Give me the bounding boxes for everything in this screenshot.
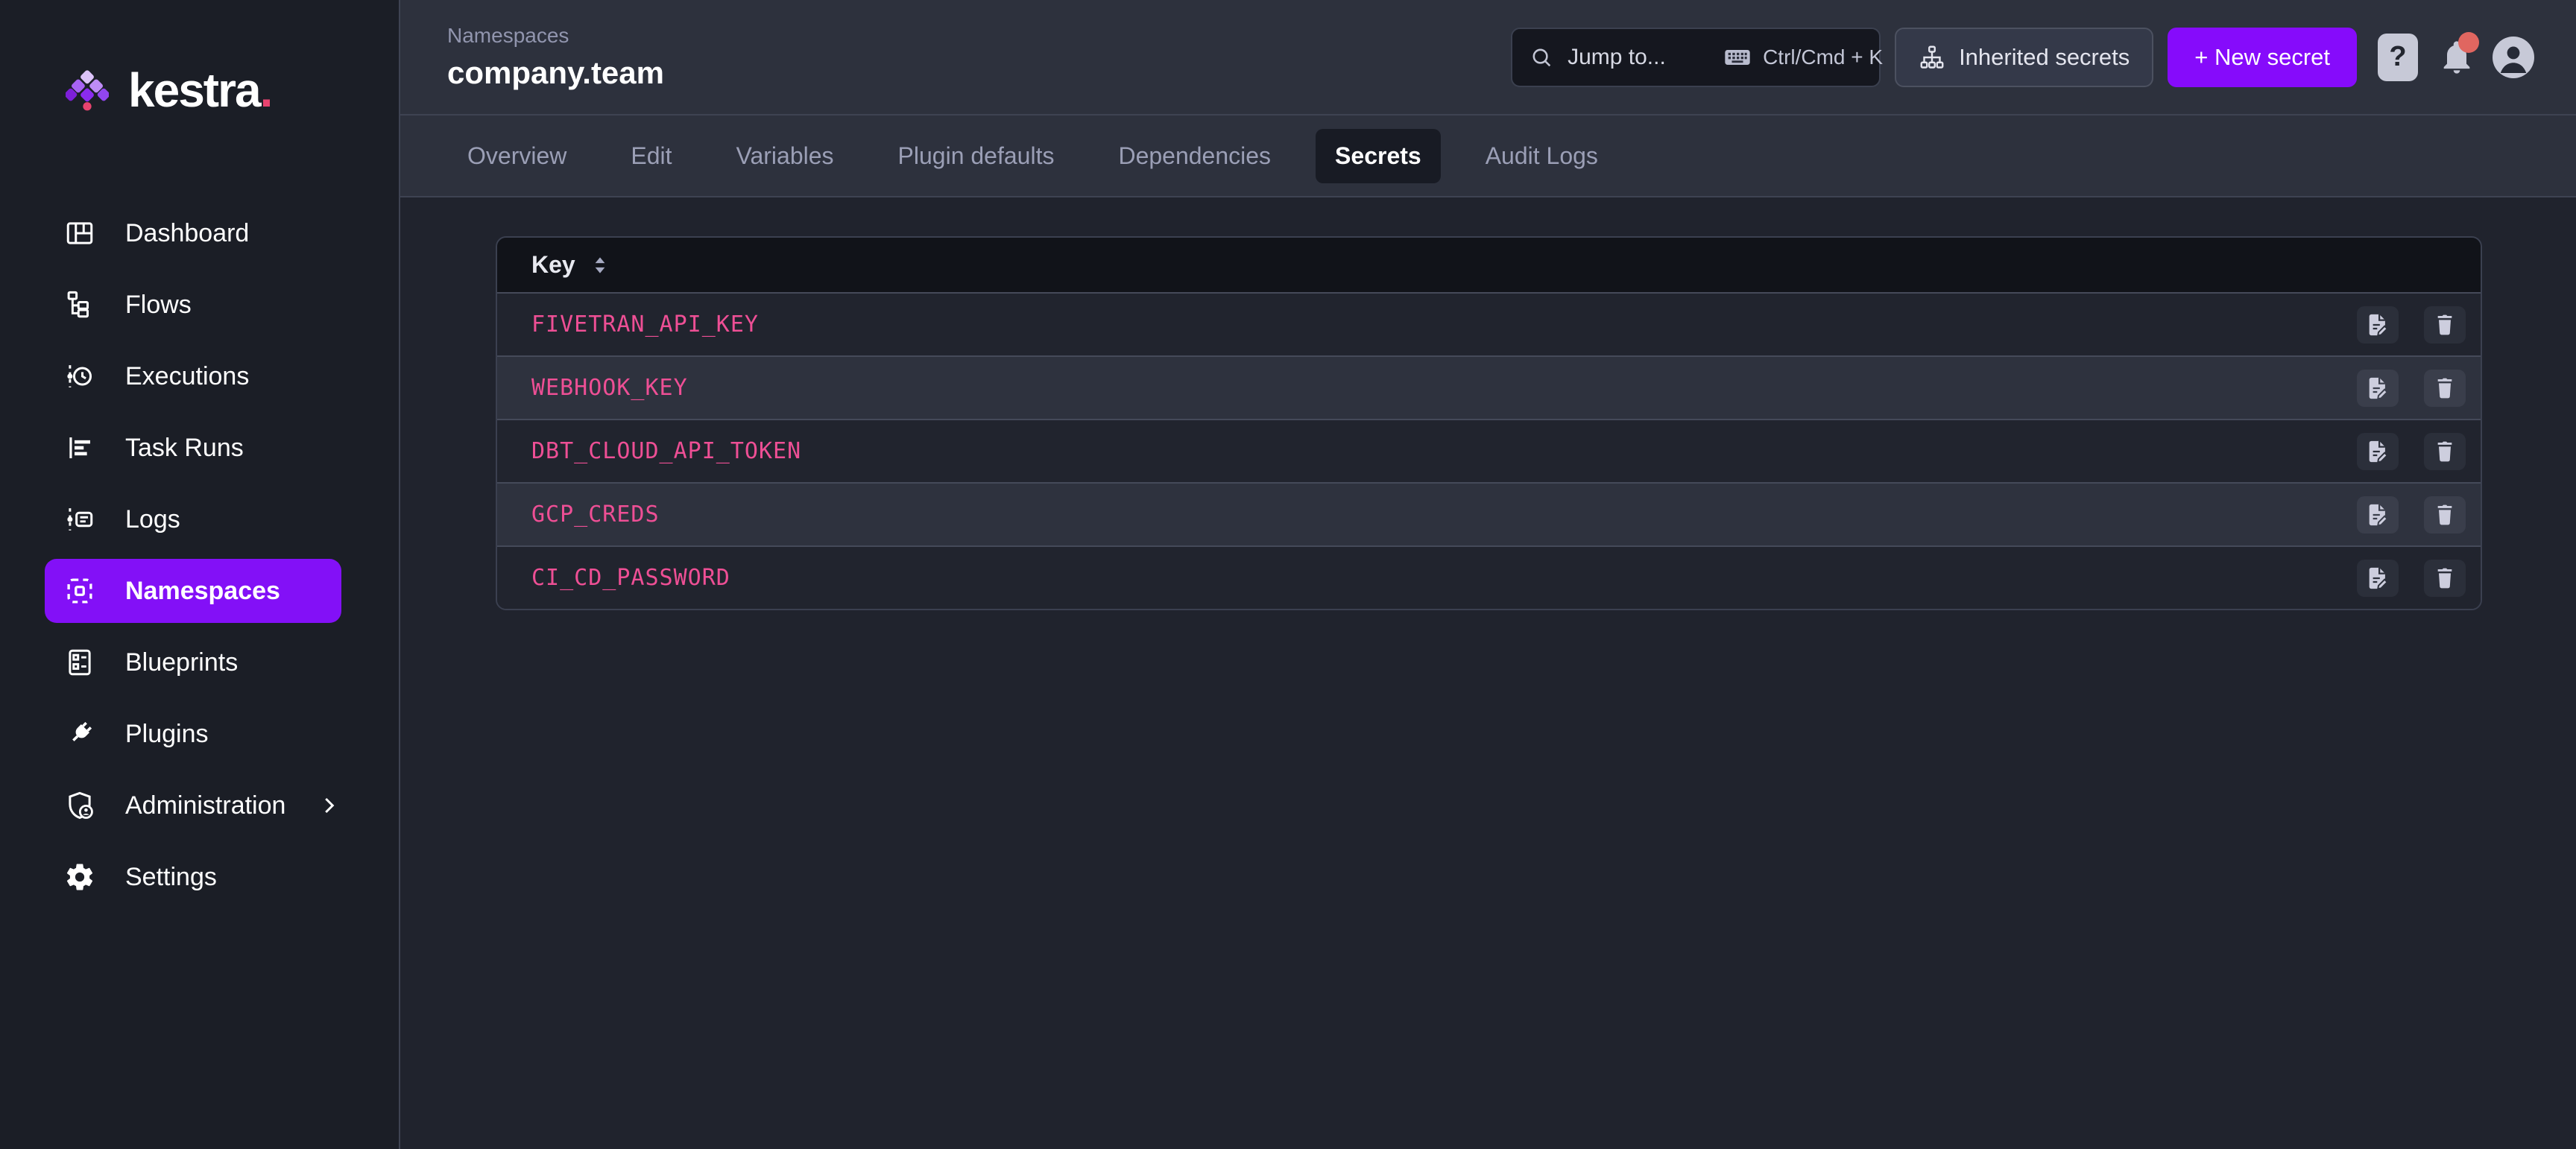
sidebar-nav: Dashboard Flows Executions [0,201,399,917]
sidebar-item-label: Blueprints [125,648,238,677]
search-shortcut: Ctrl/Cmd + K [1723,42,1883,72]
row-actions [2357,496,2466,534]
row-actions [2357,560,2466,597]
secret-key: CI_CD_PASSWORD [531,565,730,591]
edit-secret-button[interactable] [2357,560,2399,597]
help-button[interactable]: ? [2378,34,2418,81]
sidebar-item-namespaces[interactable]: Namespaces [45,559,341,623]
account-icon [2493,37,2534,78]
sidebar-item-label: Plugins [125,720,209,749]
delete-secret-button[interactable] [2424,496,2466,534]
sidebar-item-task-runs[interactable]: Task Runs [45,416,341,480]
secret-key: DBT_CLOUD_API_TOKEN [531,438,801,464]
keyboard-icon [1723,42,1752,72]
tab-plugin-defaults[interactable]: Plugin defaults [879,129,1074,183]
sidebar-item-plugins[interactable]: Plugins [45,702,341,766]
user-avatar[interactable] [2493,37,2534,78]
jump-to-search[interactable]: Ctrl/Cmd + K [1511,28,1881,87]
tab-audit-logs[interactable]: Audit Logs [1466,129,1617,183]
row-actions [2357,306,2466,344]
secret-row: DBT_CLOUD_API_TOKEN [497,419,2481,482]
executions-clock-icon [64,361,95,392]
sidebar-item-label: Administration [125,791,285,820]
secret-key: FIVETRAN_API_KEY [531,311,759,338]
sitemap-icon [1919,44,1945,71]
tab-overview[interactable]: Overview [448,129,586,183]
table-header-row: Key [497,238,2481,292]
chevron-right-icon [315,792,342,819]
delete-secret-button[interactable] [2424,306,2466,344]
page-title: company.team [447,55,664,91]
edit-secret-button[interactable] [2357,306,2399,344]
secret-row: CI_CD_PASSWORD [497,545,2481,609]
question-mark-icon: ? [2389,41,2406,73]
task-runs-chart-icon [64,432,95,463]
search-input[interactable] [1568,45,1709,70]
breadcrumb: Namespaces [447,24,664,48]
secret-key: WEBHOOK_KEY [531,375,688,401]
secret-row: FIVETRAN_API_KEY [497,292,2481,355]
delete-secret-button[interactable] [2424,433,2466,470]
flows-tree-icon [64,289,95,320]
administration-shield-icon [64,790,95,821]
sidebar-item-administration[interactable]: Administration [45,773,341,838]
main-area: Namespaces company.team [400,0,2576,1149]
edit-secret-button[interactable] [2357,496,2399,534]
secrets-table: Key FIVETRAN_API_KEY [496,236,2482,610]
logs-timeline-icon [64,504,95,535]
namespace-tabs: Overview Edit Variables Plugin defaults … [400,115,2576,197]
row-actions [2357,370,2466,407]
blueprints-ballot-icon [64,647,95,678]
namespaces-select-icon [64,575,95,607]
row-actions [2357,433,2466,470]
sidebar-item-label: Namespaces [125,577,280,606]
plugins-plug-icon [64,718,95,750]
tab-dependencies[interactable]: Dependencies [1099,129,1290,183]
top-header: Namespaces company.team [400,0,2576,115]
new-secret-button[interactable]: + New secret [2168,28,2357,87]
secret-key: GCP_CREDS [531,501,660,528]
column-header-key: Key [531,251,575,279]
header-actions: Ctrl/Cmd + K Inherited secrets + New sec… [1511,28,2534,87]
edit-secret-button[interactable] [2357,370,2399,407]
sidebar-item-label: Settings [125,863,217,892]
sidebar: kestra. Dashboard Flows [0,0,400,1149]
delete-secret-button[interactable] [2424,370,2466,407]
tab-secrets[interactable]: Secrets [1316,129,1441,183]
settings-cog-icon [64,861,95,893]
inherited-secrets-label: Inherited secrets [1959,44,2130,71]
secret-row: GCP_CREDS [497,482,2481,545]
breadcrumb-block: Namespaces company.team [447,24,664,91]
kestra-diamonds-icon [66,66,109,114]
sort-icon[interactable] [587,253,613,278]
secret-row: WEBHOOK_KEY [497,355,2481,419]
inherited-secrets-button[interactable]: Inherited secrets [1895,28,2153,87]
sidebar-item-label: Dashboard [125,219,249,248]
search-icon [1529,45,1554,70]
secrets-content: Key FIVETRAN_API_KEY [400,197,2576,1149]
sidebar-item-label: Logs [125,505,180,534]
sidebar-item-dashboard[interactable]: Dashboard [45,201,341,265]
sidebar-item-flows[interactable]: Flows [45,273,341,337]
dashboard-icon [64,218,95,249]
sidebar-item-label: Executions [125,362,249,391]
sidebar-item-label: Flows [125,291,192,320]
tab-edit[interactable]: Edit [611,129,691,183]
delete-secret-button[interactable] [2424,560,2466,597]
notifications-button[interactable] [2437,37,2476,78]
sidebar-item-executions[interactable]: Executions [45,344,341,408]
kestra-logo-text: kestra. [128,63,271,118]
tab-variables[interactable]: Variables [717,129,853,183]
sidebar-item-logs[interactable]: Logs [45,487,341,551]
edit-secret-button[interactable] [2357,433,2399,470]
notification-badge [2458,32,2479,53]
sidebar-item-label: Task Runs [125,434,244,463]
sidebar-item-settings[interactable]: Settings [45,845,341,909]
kestra-logo[interactable]: kestra. [66,63,399,118]
sidebar-item-blueprints[interactable]: Blueprints [45,630,341,694]
